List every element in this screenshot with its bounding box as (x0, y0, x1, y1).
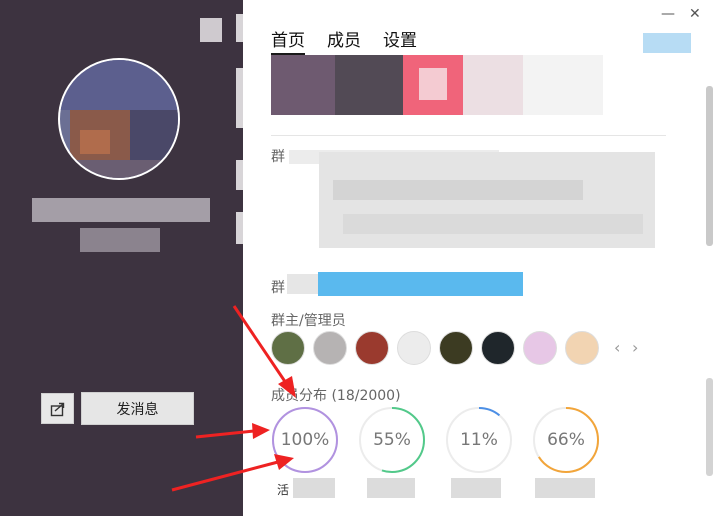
edge-block (236, 68, 243, 128)
group-id-pixelated (80, 228, 160, 252)
ring-caption-pixelated (451, 478, 501, 498)
group-link-label: 群 (271, 280, 285, 296)
scrollbar-track (706, 378, 713, 476)
chevron-left-icon[interactable]: ‹ (614, 338, 620, 357)
group-avatar[interactable] (58, 58, 180, 180)
ring-percent: 11% (460, 430, 498, 450)
group-detail-panel: 首页 成员 设置 — ✕ 群 群 群主/管理员 ‹ › 成员分布 (18/200… (243, 0, 715, 516)
tab-members[interactable]: 成员 (327, 26, 361, 51)
admins-label: 群主/管理员 (271, 313, 346, 329)
avatar-pixel (60, 60, 178, 110)
admin-avatar[interactable] (565, 331, 599, 365)
photo-thumb[interactable] (463, 55, 523, 115)
ring-percent: 55% (373, 430, 411, 450)
group-intro-pixelated (343, 214, 643, 234)
group-info-label: 群 (271, 149, 285, 165)
admin-avatar[interactable] (481, 331, 515, 365)
group-link-pixelated (287, 274, 319, 294)
scrollbar-thumb[interactable] (706, 86, 713, 246)
photo-thumb-pixel (419, 68, 447, 100)
admin-avatar[interactable] (313, 331, 347, 365)
share-icon (50, 402, 64, 416)
ring-percent: 100% (280, 430, 330, 450)
distribution-ring[interactable]: 100% (271, 406, 339, 474)
pixelated-block (200, 18, 222, 42)
avatar-pixel (60, 160, 178, 178)
ring-percent: 66% (547, 430, 585, 450)
photo-thumb[interactable] (271, 55, 335, 115)
edge-block (236, 14, 243, 42)
admin-avatar[interactable] (397, 331, 431, 365)
minimize-button[interactable]: — (661, 6, 675, 22)
group-link-pixelated[interactable] (318, 272, 523, 296)
close-button[interactable]: ✕ (689, 6, 701, 22)
tab-home[interactable]: 首页 (271, 26, 305, 55)
ring-caption-text: 活 (277, 483, 290, 497)
section-divider (271, 135, 666, 136)
avatar-pixel (130, 110, 178, 160)
admin-avatar[interactable] (271, 331, 305, 365)
distribution-rings: 100% 55% 11% 66% (271, 406, 600, 474)
distribution-ring[interactable]: 55% (358, 406, 426, 474)
ring-caption-pixelated (367, 478, 415, 498)
ring-caption-pixelated (293, 478, 335, 498)
edge-block (236, 160, 243, 190)
chevron-right-icon[interactable]: › (632, 338, 638, 357)
share-button[interactable] (41, 393, 74, 424)
member-distribution-label: 成员分布 (18/2000) (271, 388, 401, 404)
admin-avatar-list (271, 331, 599, 365)
admin-avatar[interactable] (439, 331, 473, 365)
distribution-ring[interactable]: 66% (532, 406, 600, 474)
pixelated-block (643, 33, 691, 53)
ring-caption-pixelated (535, 478, 595, 498)
group-name-pixelated (32, 198, 210, 222)
photo-thumb[interactable] (523, 55, 603, 115)
admin-avatar[interactable] (523, 331, 557, 365)
tab-bar: 首页 成员 设置 (271, 26, 417, 55)
admin-avatar[interactable] (355, 331, 389, 365)
edge-block (236, 212, 243, 244)
send-message-button[interactable]: 发消息 (81, 392, 194, 425)
distribution-ring[interactable]: 11% (445, 406, 513, 474)
photo-thumb[interactable] (335, 55, 403, 115)
group-intro-pixelated (333, 180, 583, 200)
profile-panel: 发消息 (0, 0, 243, 516)
tab-settings[interactable]: 设置 (383, 26, 417, 51)
avatar-pixel (80, 130, 110, 154)
